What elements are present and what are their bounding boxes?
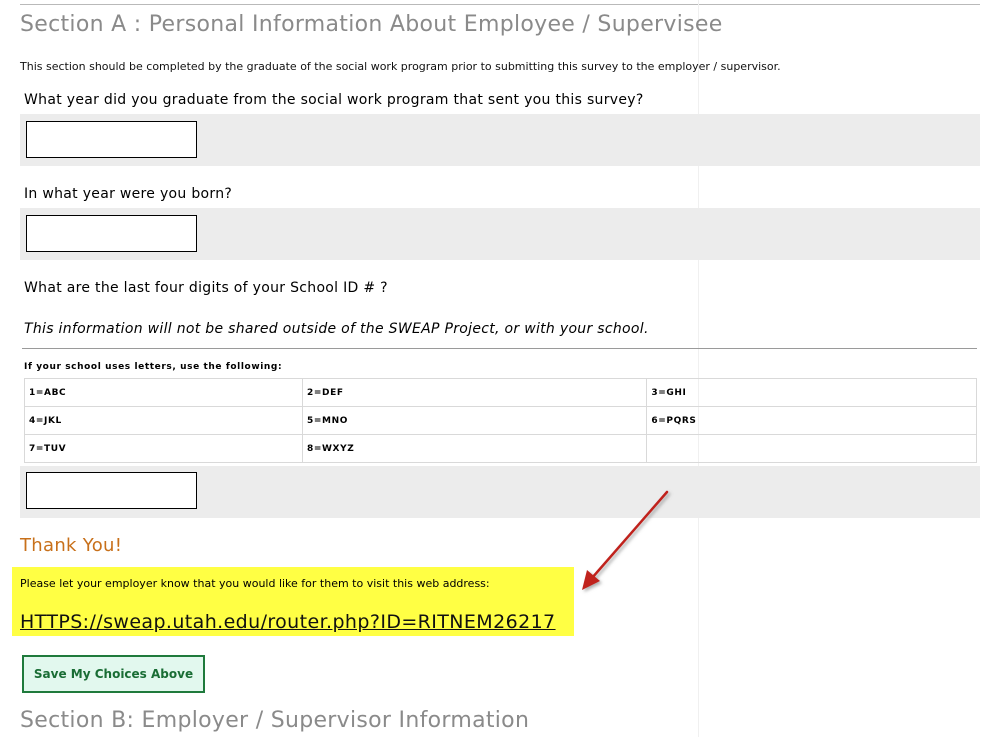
table-cell: 1=ABC (23, 378, 304, 407)
table-cell: 6=PQRS (646, 406, 977, 435)
save-choices-button[interactable]: Save My Choices Above (22, 655, 205, 693)
employer-message: Please let your employer know that you w… (20, 577, 490, 590)
table-cell: 4=JKL (23, 406, 304, 435)
answer-area-school-id (20, 466, 980, 518)
thank-you-heading: Thank You! (20, 535, 123, 556)
letters-legend-title: If your school uses letters, use the fol… (24, 362, 283, 372)
table-cell: 8=WXYZ (302, 434, 648, 463)
answer-area-birth-year (20, 208, 980, 260)
table-cell (646, 434, 977, 463)
section-a-title: Section A : Personal Information About E… (20, 12, 723, 37)
table-row: 4=JKL 5=MNO 6=PQRS (23, 406, 977, 435)
letters-legend-table: 1=ABC 2=DEF 3=GHI 4=JKL 5=MNO 6=PQRS 7=T… (23, 378, 977, 463)
privacy-note: This information will not be shared outs… (24, 321, 649, 337)
annotation-arrow-icon (582, 490, 669, 590)
highlighted-link-box: Please let your employer know that you w… (12, 567, 574, 636)
question-birth-year: In what year were you born? (24, 186, 233, 202)
school-id-input[interactable] (26, 472, 197, 509)
top-divider (20, 4, 980, 5)
section-a-intro: This section should be completed by the … (20, 60, 781, 73)
table-cell: 5=MNO (302, 406, 648, 435)
table-cell: 7=TUV (23, 434, 304, 463)
table-row: 7=TUV 8=WXYZ (23, 434, 977, 463)
divider (22, 348, 977, 349)
answer-area-graduation-year (20, 114, 980, 166)
column-guide (698, 0, 699, 737)
question-graduation-year: What year did you graduate from the soci… (24, 92, 644, 108)
table-cell: 3=GHI (646, 378, 977, 407)
question-school-id: What are the last four digits of your Sc… (24, 280, 388, 296)
graduation-year-input[interactable] (26, 121, 197, 158)
table-cell: 2=DEF (302, 378, 648, 407)
section-b-title: Section B: Employer / Supervisor Informa… (20, 708, 530, 733)
table-row: 1=ABC 2=DEF 3=GHI (23, 378, 977, 407)
birth-year-input[interactable] (26, 215, 197, 252)
employer-survey-link[interactable]: HTTPS://sweap.utah.edu/router.php?ID=RIT… (20, 611, 556, 633)
